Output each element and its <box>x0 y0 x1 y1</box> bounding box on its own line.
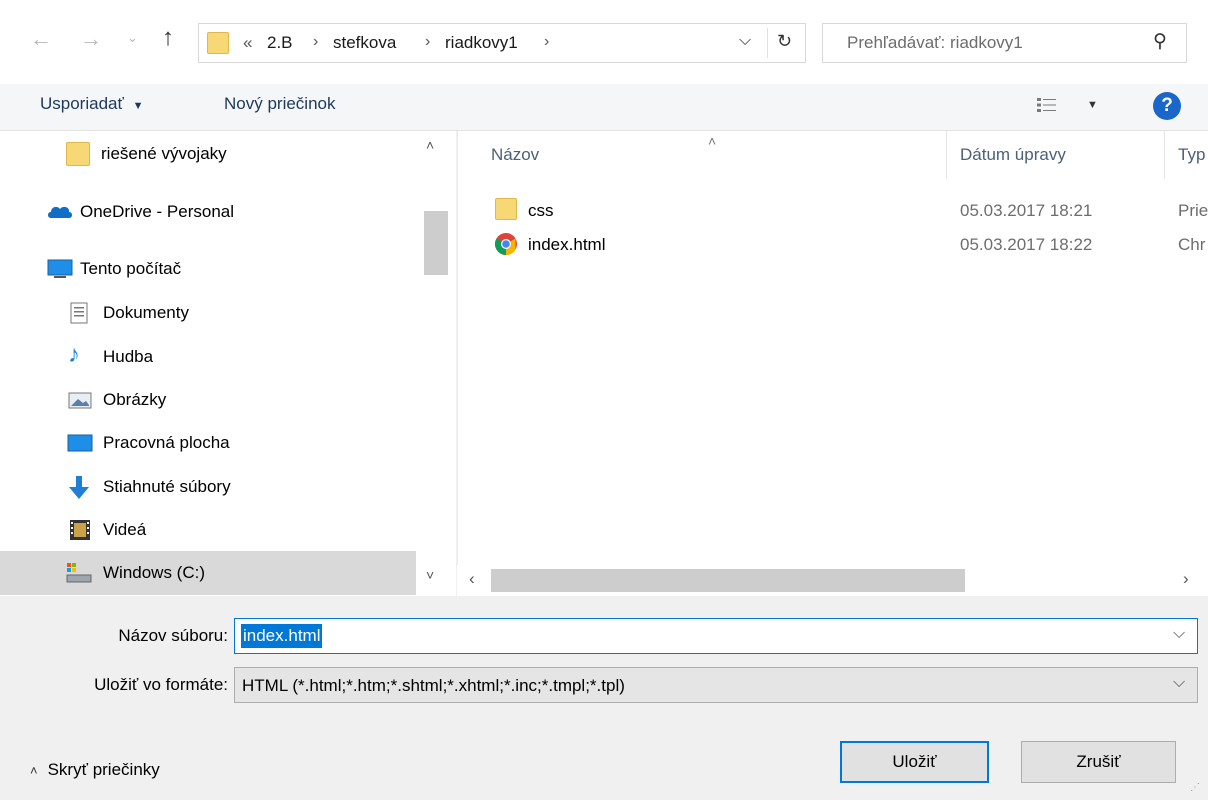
nav-item-obrazky[interactable]: Obrázky <box>0 382 416 418</box>
file-date: 05.03.2017 18:22 <box>960 235 1093 254</box>
file-name: index.html <box>528 235 606 254</box>
list-item[interactable]: css 05.03.2017 18:21 Prie <box>458 195 1208 227</box>
file-date: 05.03.2017 18:21 <box>960 201 1093 220</box>
organize-label: Usporiadať <box>40 94 124 113</box>
pictures-icon <box>68 388 92 412</box>
address-divider <box>767 28 768 58</box>
nav-item-videa[interactable]: Videá <box>0 512 416 548</box>
cancel-button[interactable]: Zrušiť <box>1021 741 1176 783</box>
music-icon: ♪ <box>68 341 80 368</box>
filetype-label: Uložiť vo formáte: <box>94 675 228 694</box>
file-list: ˄ Názov Dátum úpravy Typ css 05.03.2017 … <box>457 131 1208 565</box>
scroll-right-arrow-icon[interactable]: › <box>1183 569 1189 589</box>
recent-locations-chevron-icon[interactable]: ⌄ <box>127 30 138 46</box>
sort-ascending-icon: ˄ <box>708 133 717 149</box>
search-box[interactable]: Prehľadávať: riadkovy1 ⚲ <box>822 23 1187 63</box>
navigation-pane: riešené vývojaky OneDrive - Personal Ten… <box>0 131 416 596</box>
folder-icon <box>495 198 517 220</box>
onedrive-icon <box>46 200 72 224</box>
nav-item-label: Windows (C:) <box>103 563 206 582</box>
navigation-scrollbar[interactable]: ˄ ˅ <box>416 131 456 596</box>
up-arrow-icon[interactable]: ↑ <box>162 24 174 52</box>
filetype-dropdown-chevron-icon[interactable]: ⌵ <box>1173 674 1185 692</box>
videos-icon <box>68 518 92 542</box>
list-item[interactable]: index.html 05.03.2017 18:22 Chr <box>458 229 1208 261</box>
nav-item-stiahnute-subory[interactable]: Stiahnuté súbory <box>0 469 416 505</box>
nav-item-label: Tento počítač <box>80 259 182 278</box>
hide-folders-label: Skryť priečinky <box>47 760 160 779</box>
nav-item-pracovna-plocha[interactable]: Pracovná plocha <box>0 425 416 461</box>
folder-icon <box>207 32 229 54</box>
filename-value[interactable]: index.html <box>241 624 323 648</box>
filename-label: Názov súboru: <box>118 626 228 645</box>
address-bar[interactable]: « 2.B › stefkova › riadkovy1 › ⌵ ↻ <box>198 23 806 63</box>
breadcrumb-separator-icon[interactable]: › <box>425 33 430 51</box>
new-folder-button[interactable]: Nový priečinok <box>224 94 336 114</box>
file-type: Prie <box>1178 201 1208 220</box>
nav-item-label: Stiahnuté súbory <box>103 477 231 496</box>
column-header-type[interactable]: Typ <box>1178 145 1205 165</box>
desktop-icon <box>67 431 93 455</box>
filetype-value: HTML (*.html;*.htm;*.shtml;*.xhtml;*.inc… <box>242 676 625 695</box>
organize-button[interactable]: Usporiadať ▼ <box>40 94 144 114</box>
hide-folders-toggle[interactable]: ˄ Skryť priečinky <box>30 760 160 780</box>
nav-item-label: Pracovná plocha <box>103 433 230 452</box>
nav-item-label: Videá <box>103 520 147 539</box>
drive-icon <box>66 561 92 585</box>
breadcrumb-2b[interactable]: 2.B <box>267 33 293 53</box>
nav-item-onedrive[interactable]: OneDrive - Personal <box>0 194 416 230</box>
nav-item-dokumenty[interactable]: Dokumenty <box>0 295 416 331</box>
column-header-name[interactable]: Názov <box>491 145 539 165</box>
help-icon[interactable]: ? <box>1153 92 1181 120</box>
save-button[interactable]: Uložiť <box>840 741 989 783</box>
address-dropdown-chevron-icon[interactable]: ⌵ <box>739 32 751 50</box>
column-divider[interactable] <box>946 131 947 179</box>
forward-arrow-icon[interactable]: → <box>80 26 102 52</box>
scroll-left-arrow-icon[interactable]: ‹ <box>469 569 475 589</box>
nav-item-label: riešené vývojaky <box>101 144 227 163</box>
search-icon[interactable]: ⚲ <box>1153 30 1167 53</box>
nav-item-label: Hudba <box>103 347 154 366</box>
scrollbar-thumb[interactable] <box>424 211 448 275</box>
chrome-icon <box>494 232 518 261</box>
computer-icon <box>47 257 73 281</box>
breadcrumb-stefkova[interactable]: stefkova <box>333 33 396 53</box>
nav-item-windows-c[interactable]: Windows (C:) <box>0 551 416 595</box>
nav-item-label: OneDrive - Personal <box>80 202 235 221</box>
filetype-select[interactable]: HTML (*.html;*.htm;*.shtml;*.xhtml;*.inc… <box>234 667 1198 703</box>
filename-dropdown-chevron-icon[interactable]: ⌵ <box>1173 625 1185 643</box>
view-caret-down-icon[interactable]: ▼ <box>1087 99 1098 111</box>
scroll-up-arrow-icon[interactable]: ˄ <box>426 137 434 153</box>
file-list-horizontal-scrollbar[interactable]: ‹ › <box>457 565 1208 596</box>
nav-item-this-pc[interactable]: Tento počítač <box>0 251 416 287</box>
column-header-date[interactable]: Dátum úpravy <box>960 145 1066 165</box>
scrollbar-thumb[interactable] <box>491 569 965 592</box>
breadcrumb-separator-icon[interactable]: › <box>313 33 318 51</box>
breadcrumb-overflow[interactable]: « <box>243 33 252 53</box>
breadcrumb-separator-icon[interactable]: › <box>544 33 549 51</box>
resize-grip-icon[interactable]: ⋰ <box>1190 782 1200 793</box>
address-toolbar: ← → ⌄ ↑ « 2.B › stefkova › riadkovy1 › ⌵… <box>0 0 1208 84</box>
search-placeholder[interactable]: Prehľadávať: riadkovy1 <box>847 33 1023 53</box>
nav-item-hudba[interactable]: ♪ Hudba <box>0 339 416 375</box>
downloads-icon <box>66 475 90 499</box>
filename-input[interactable]: index.html ⌵ <box>234 618 1198 654</box>
file-name: css <box>528 201 554 220</box>
column-divider[interactable] <box>1164 131 1165 179</box>
documents-icon <box>68 301 92 325</box>
nav-item-label: Obrázky <box>103 390 167 409</box>
file-type: Chr <box>1178 235 1206 254</box>
caret-down-icon: ▼ <box>132 100 144 112</box>
nav-item-riesene-vyvojaky[interactable]: riešené vývojaky <box>0 136 416 172</box>
scroll-down-arrow-icon[interactable]: ˅ <box>426 567 434 583</box>
back-arrow-icon[interactable]: ← <box>30 26 52 52</box>
breadcrumb-riadkovy1[interactable]: riadkovy1 <box>445 33 518 53</box>
command-bar: Usporiadať ▼ Nový priečinok ▼ ? <box>0 84 1208 131</box>
nav-item-label: Dokumenty <box>103 303 189 322</box>
folder-icon <box>66 142 90 166</box>
chevron-up-icon: ˄ <box>30 763 38 778</box>
view-options-icon[interactable] <box>1036 96 1058 114</box>
refresh-icon[interactable]: ↻ <box>777 31 792 52</box>
